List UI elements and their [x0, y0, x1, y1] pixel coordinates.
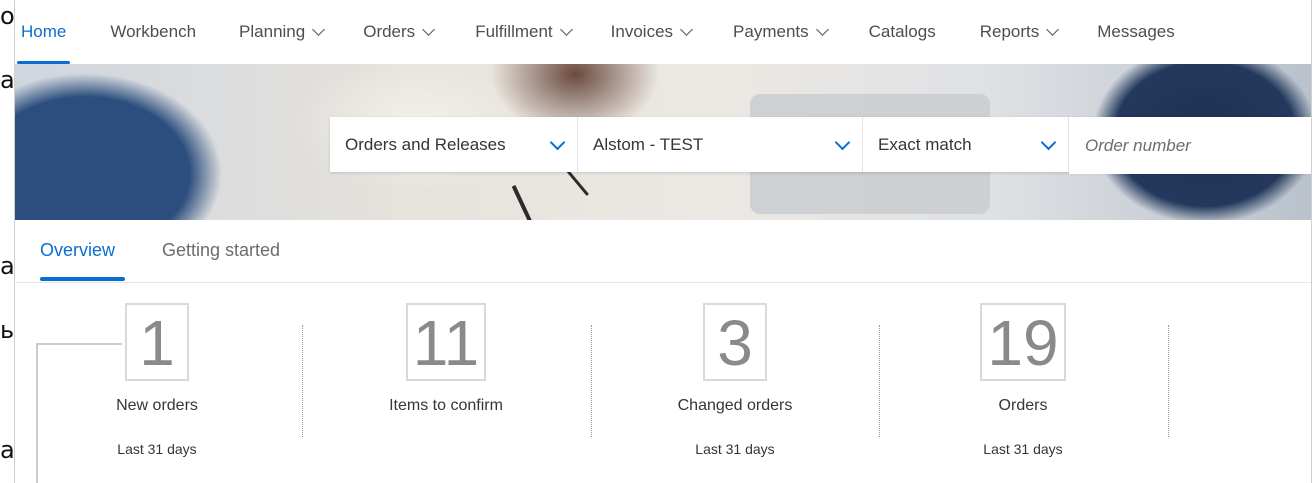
document-type-value: Orders and Releases: [345, 134, 506, 154]
hero-banner: Orders and Releases Alstom - TEST Exact …: [15, 64, 1311, 220]
supplier-portal-screenshot: Home Workbench Planning Orders Fulfillme…: [14, 0, 1312, 483]
chevron-down-icon: [422, 23, 436, 36]
nav-label: Payments: [733, 22, 809, 41]
tile-count: 3: [703, 303, 767, 381]
customer-select[interactable]: Alstom - TEST: [578, 117, 863, 172]
tile-new-orders[interactable]: 1 New orders Last 31 days: [57, 303, 257, 457]
chevron-down-icon: [1046, 23, 1060, 36]
nav-fulfillment[interactable]: Fulfillment: [475, 0, 573, 64]
tile-count: 11: [405, 303, 487, 381]
tab-overview[interactable]: Overview: [40, 240, 115, 261]
tile-count: 1: [125, 303, 189, 381]
tile-divider: [302, 325, 303, 437]
nav-orders[interactable]: Orders: [363, 0, 436, 64]
nav-catalogs[interactable]: Catalogs: [869, 0, 936, 64]
tile-count: 19: [980, 303, 1066, 381]
callout-connector: [36, 343, 38, 483]
chevron-down-icon: [559, 23, 573, 36]
tab-getting-started[interactable]: Getting started: [162, 240, 280, 261]
chevron-down-icon: [549, 134, 566, 151]
tile-orders[interactable]: 19 Orders Last 31 days: [923, 303, 1123, 457]
nav-label: Orders: [363, 22, 416, 41]
edge-text-fragment: а: [0, 66, 15, 94]
nav-invoices[interactable]: Invoices: [610, 0, 693, 64]
tab-bar: Overview Getting started: [15, 220, 1311, 283]
tile-divider: [1168, 325, 1169, 437]
nav-label: Reports: [979, 22, 1040, 41]
tile-period: Last 31 days: [983, 441, 1063, 457]
nav-label: Workbench: [110, 22, 197, 41]
edge-text-fragment: ь: [0, 316, 15, 344]
edge-text-fragment: а: [0, 436, 15, 464]
chevron-down-icon: [1040, 134, 1057, 151]
tile-label: New orders: [116, 397, 198, 414]
document-type-select[interactable]: Orders and Releases: [330, 117, 578, 172]
chevron-down-icon: [815, 23, 829, 36]
order-search-bar: Orders and Releases Alstom - TEST Exact …: [330, 117, 1311, 174]
tile-label: Changed orders: [677, 397, 793, 414]
tile-label: Items to confirm: [389, 397, 503, 414]
edge-text-fragment: о: [0, 2, 15, 30]
tile-changed-orders[interactable]: 3 Changed orders Last 31 days: [635, 303, 835, 457]
tile-period: Last 31 days: [117, 441, 197, 457]
match-mode-value: Exact match: [878, 134, 972, 154]
tile-label: Orders: [998, 397, 1048, 414]
tile-divider: [879, 325, 880, 437]
order-number-input[interactable]: [1069, 117, 1311, 174]
chevron-down-icon: [834, 134, 851, 151]
nav-workbench[interactable]: Workbench: [110, 0, 196, 64]
nav-payments[interactable]: Payments: [733, 0, 829, 64]
hero-photo-pencil: [511, 185, 533, 220]
nav-label: Messages: [1097, 22, 1175, 41]
nav-home[interactable]: Home: [16, 0, 71, 64]
nav-label: Fulfillment: [475, 22, 553, 41]
chevron-down-icon: [312, 23, 326, 36]
nav-planning[interactable]: Planning: [239, 0, 326, 64]
tile-period: Last 31 days: [695, 441, 775, 457]
nav-messages[interactable]: Messages: [1097, 0, 1174, 64]
match-mode-select[interactable]: Exact match: [863, 117, 1069, 172]
top-navigation: Home Workbench Planning Orders Fulfillme…: [15, 0, 1311, 65]
tile-items-to-confirm[interactable]: 11 Items to confirm: [346, 303, 546, 415]
active-tab-indicator: [40, 277, 125, 281]
tile-divider: [591, 325, 592, 437]
customer-value: Alstom - TEST: [593, 134, 704, 154]
nav-label: Planning: [239, 22, 306, 41]
overview-tiles: 1 New orders Last 31 days 11 Items to co…: [15, 283, 1311, 483]
nav-label: Catalogs: [868, 22, 936, 41]
nav-reports[interactable]: Reports: [979, 0, 1060, 64]
nav-label: Home: [21, 22, 67, 41]
nav-label: Invoices: [610, 22, 674, 41]
chevron-down-icon: [680, 23, 693, 36]
